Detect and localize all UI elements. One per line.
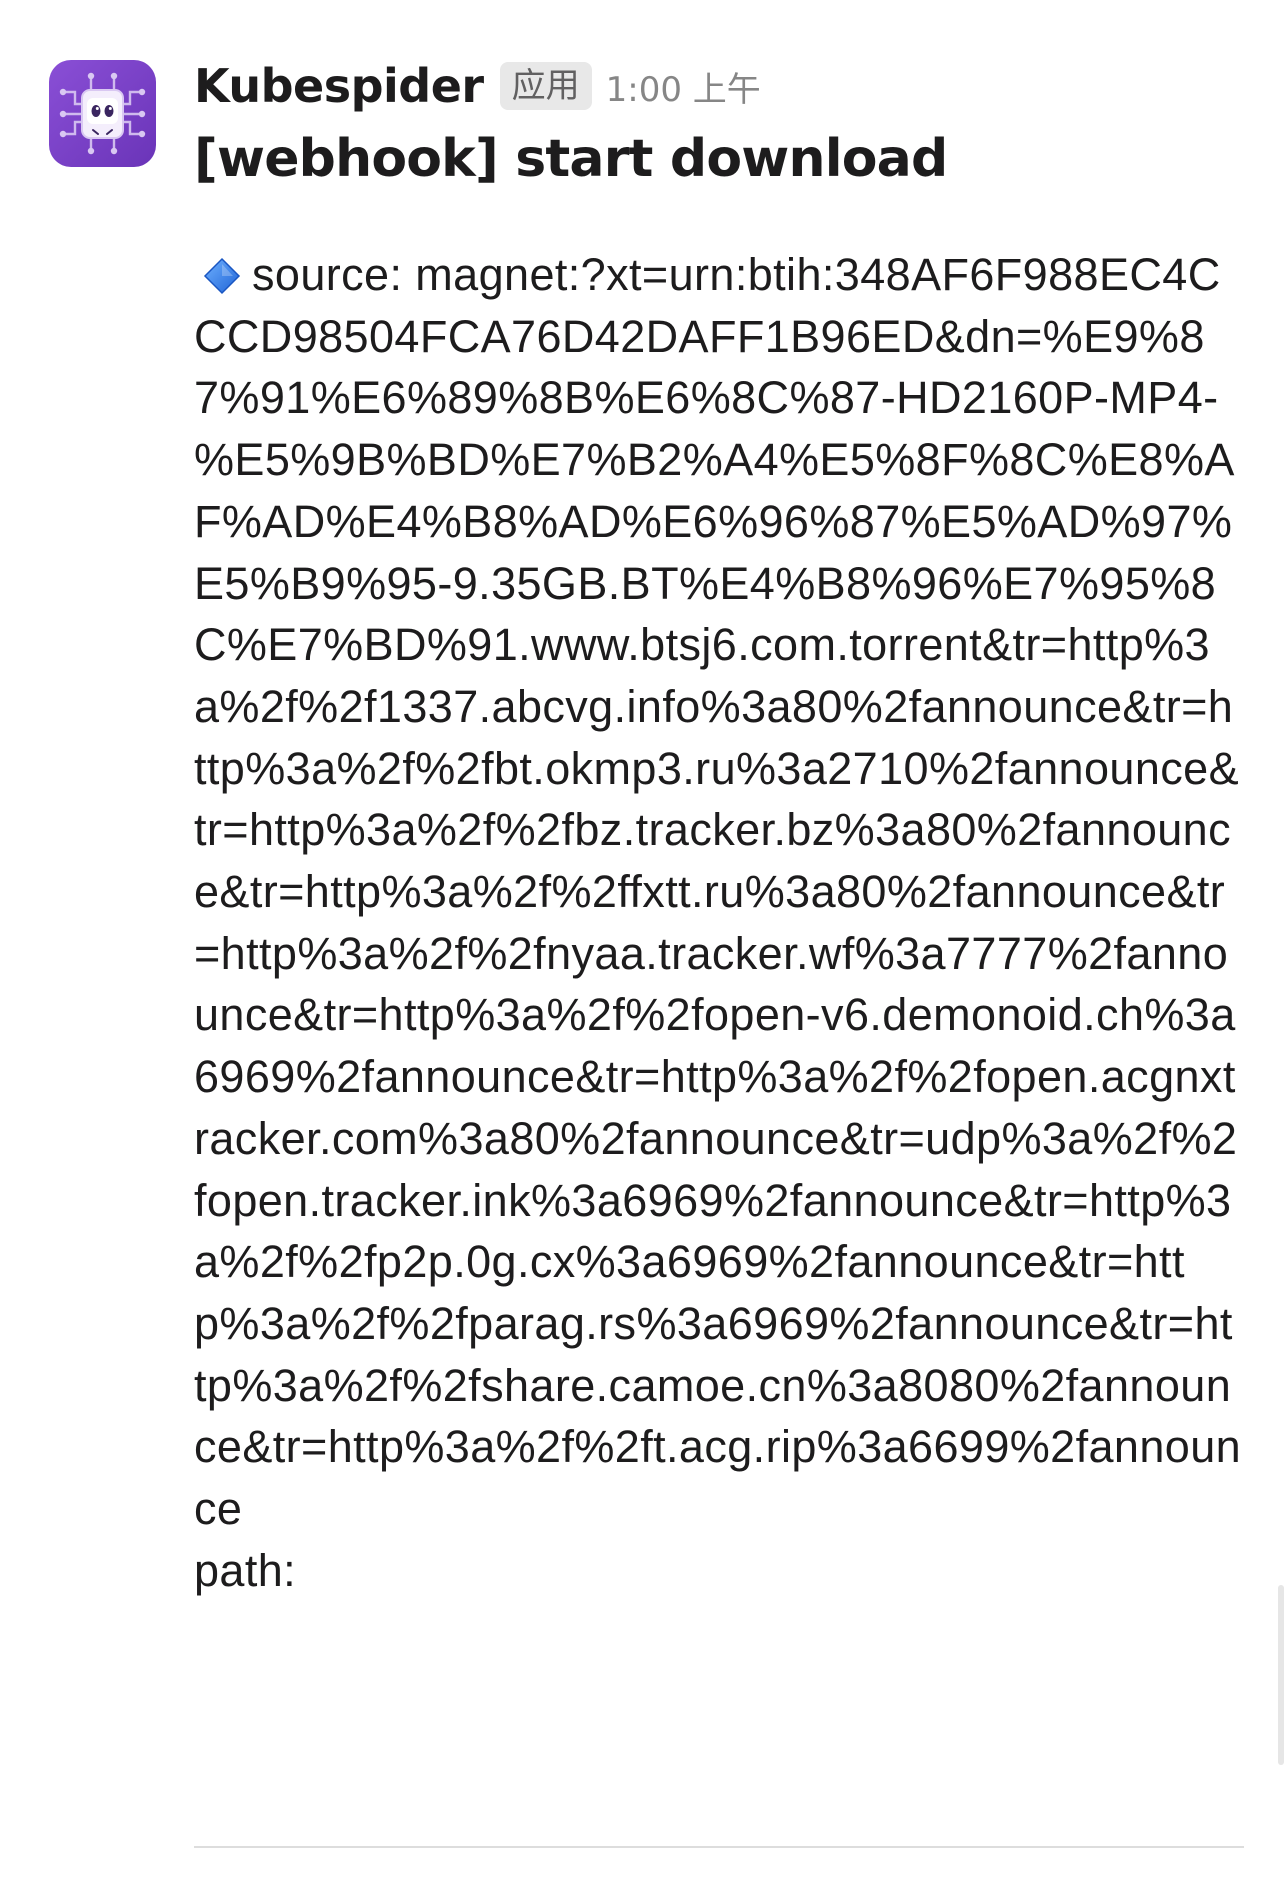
path-label: path: — [194, 1544, 297, 1596]
small-blue-diamond-icon — [202, 256, 242, 296]
message-body: source: magnet:?xt=urn:btih:348AF6F988EC… — [194, 244, 1244, 1601]
message-header: Kubespider 应用 1:00 上午 — [194, 56, 1244, 116]
app-badge: 应用 — [499, 62, 592, 110]
circuit-chip-icon — [59, 72, 146, 155]
message-container: Kubespider 应用 1:00 上午 [webhook] start do… — [0, 0, 1284, 1892]
message-timestamp[interactable]: 1:00 上午 — [606, 62, 761, 111]
scrollbar[interactable] — [1278, 1585, 1284, 1765]
message-title: [webhook] start download — [194, 129, 948, 189]
source-label: source: — [252, 249, 416, 300]
source-magnet-link[interactable]: magnet:?xt=urn:btih:348AF6F988EC4CCCD985… — [194, 249, 1241, 1534]
message-divider — [194, 1846, 1244, 1848]
sender-name[interactable]: Kubespider — [194, 59, 484, 113]
kubespider-avatar[interactable] — [49, 60, 156, 167]
message-content: Kubespider 应用 1:00 上午 [webhook] start do… — [194, 56, 1244, 1601]
